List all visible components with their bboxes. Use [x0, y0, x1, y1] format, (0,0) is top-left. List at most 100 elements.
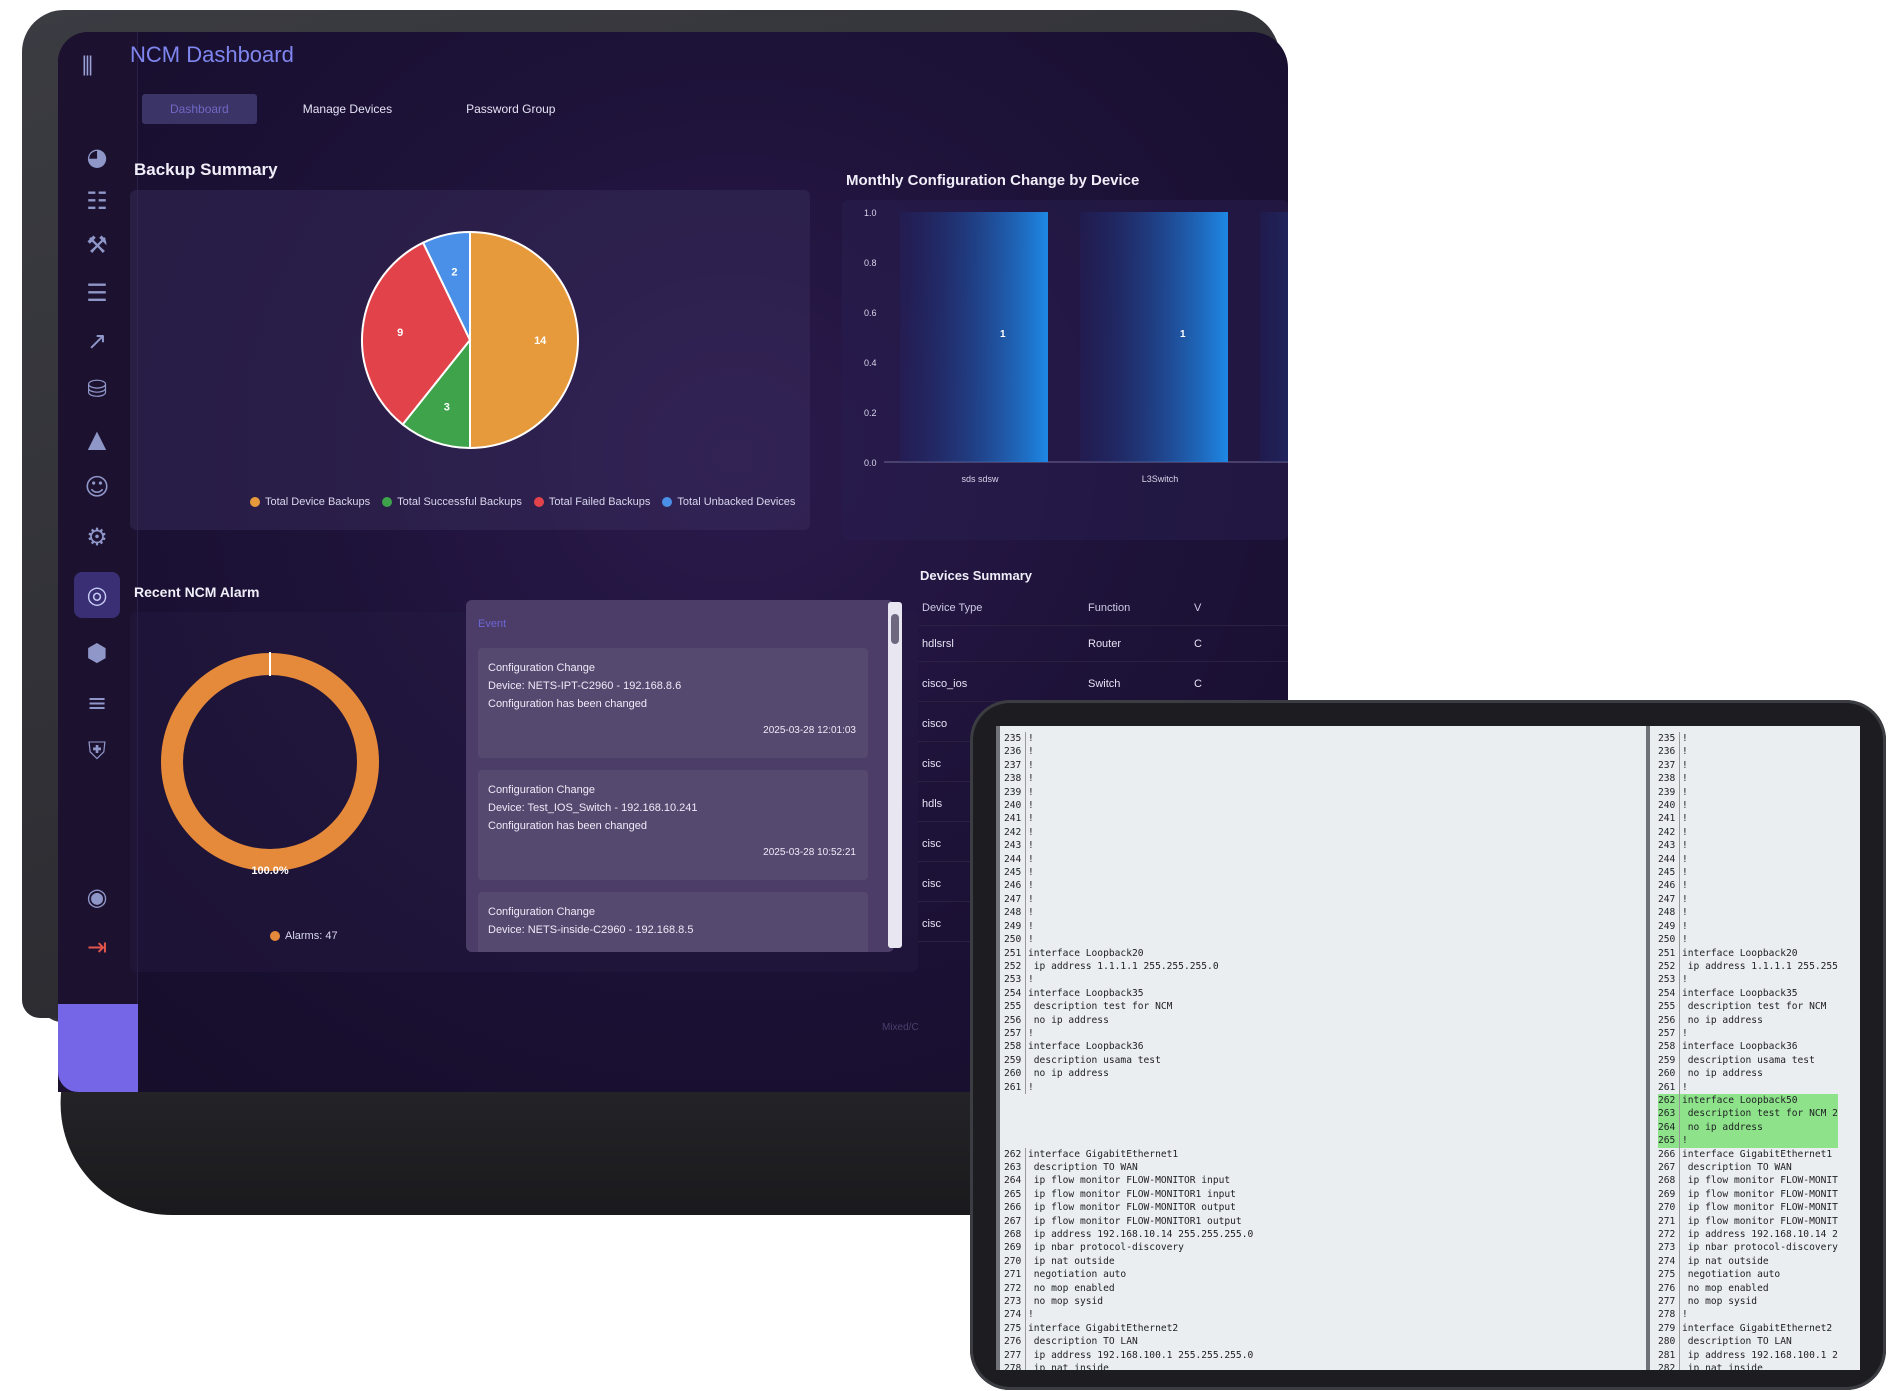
line-text: interface Loopback50 [1682, 1094, 1798, 1106]
line-text: description TO WAN [1682, 1162, 1792, 1173]
line-text: description test for NCM [1682, 1001, 1827, 1013]
line-number: 239 [1004, 785, 1026, 800]
column-header: Device Type [922, 602, 983, 614]
tablet-device: 235! 236! 237! 238! 239! 240! 241! 242! 243! 244!… [970, 700, 1886, 1390]
network-icon[interactable]: ☷ [80, 184, 114, 218]
line-number: 273 [1004, 1295, 1026, 1309]
tab-password-group[interactable]: Password Group [438, 94, 583, 124]
line-text: ip address 192.168.100.1 255.255.255.0 [1028, 1349, 1254, 1361]
user-icon[interactable]: ☺ [80, 470, 114, 504]
alarm-item[interactable]: Configuration Change Device: NETS-IPT-C2… [478, 648, 868, 758]
shield-icon[interactable]: ⛨ [80, 734, 114, 768]
line-number: 254 [1004, 986, 1026, 1001]
alert-icon[interactable]: ▲ [80, 422, 114, 456]
line-text: negotiation auto [1682, 1269, 1781, 1281]
code-line: 263 description test for NCM 2 [1658, 1107, 1838, 1121]
scrollbar-thumb[interactable] [891, 614, 899, 644]
dashboard-icon[interactable]: ◕ [80, 140, 114, 174]
line-number: 271 [1658, 1214, 1680, 1229]
line-text: ! [1682, 786, 1688, 798]
line-text: description test for NCM [1028, 1001, 1173, 1013]
line-text: no ip address [1682, 1121, 1763, 1133]
line-text: ip flow monitor FLOW-MONIT [1682, 1202, 1838, 1214]
line-number: 237 [1004, 758, 1026, 773]
legend-item: Total Failed Backups [533, 496, 650, 508]
line-number: 263 [1004, 1161, 1026, 1175]
line-number: 239 [1658, 785, 1680, 800]
alarm-item[interactable]: Configuration Change Device: NETS-inside… [478, 892, 868, 952]
line-text: ip address 192.168.10.14 255.255.255.0 [1028, 1229, 1254, 1241]
analytics-icon[interactable]: ≡ [80, 686, 114, 720]
code-line: 247! [1658, 892, 1838, 907]
line-text: ip address 192.168.10.14 2 [1682, 1229, 1838, 1241]
alarm-list[interactable]: Event Configuration Change Device: NETS-… [466, 600, 894, 952]
line-number: 244 [1658, 852, 1680, 867]
line-number: 266 [1004, 1201, 1026, 1215]
line-number: 248 [1004, 906, 1026, 920]
line-text: ip flow monitor FLOW-MONIT [1682, 1188, 1838, 1200]
line-text: description usama test [1028, 1054, 1161, 1066]
code-line: 261! [1658, 1080, 1838, 1094]
diff-right-pane[interactable]: 235! 236! 237! 238! 239! 240! 241! 242! 243! 244!… [1646, 726, 1860, 1370]
code-line: 248! [1658, 906, 1838, 920]
monthly-config-panel: 0.00.20.40.60.81.01sds sdsw1L3SwitchNET [842, 200, 1288, 540]
line-number: 249 [1004, 919, 1026, 934]
line-number: 260 [1658, 1067, 1680, 1081]
line-text: ! [1682, 893, 1688, 905]
code-line: 240! [1004, 799, 1253, 813]
cube-icon[interactable]: ⬢ [80, 636, 114, 670]
device-v-cell: C [1194, 638, 1202, 650]
account-icon[interactable]: ◉ [80, 880, 114, 914]
list-icon[interactable]: ☰ [80, 276, 114, 310]
line-number: 272 [1658, 1228, 1680, 1242]
code-line: 272 no mop enabled [1004, 1281, 1253, 1296]
globe-icon[interactable]: ◎ [74, 572, 120, 618]
code-line: 265 ip flow monitor FLOW-MONITOR1 input [1004, 1187, 1253, 1202]
legend-swatch [382, 497, 393, 507]
line-text: ! [1682, 840, 1688, 852]
table-row[interactable]: hdlsrsl Router C [918, 628, 1288, 662]
line-number: 236 [1004, 745, 1026, 759]
y-tick-label: 0.4 [864, 358, 877, 368]
tab-dashboard[interactable]: Dashboard [142, 94, 257, 124]
donut-data-label: 100.0% [251, 865, 289, 877]
legend-label: Total Successful Backups [397, 496, 522, 508]
line-text: no mop enabled [1028, 1282, 1115, 1294]
legend-item: Total Device Backups [250, 496, 370, 508]
device-type-cell: cisc [922, 918, 941, 930]
tab-manage-devices[interactable]: Manage Devices [275, 94, 420, 124]
code-line: 277 no mop sysid [1658, 1295, 1838, 1309]
line-number: 267 [1004, 1214, 1026, 1229]
table-row[interactable]: cisco_ios Switch C [918, 668, 1288, 702]
code-line: 236! [1004, 745, 1253, 759]
pie-data-label: 9 [397, 327, 403, 339]
line-number: 252 [1004, 959, 1026, 974]
code-line: 271 ip flow monitor FLOW-MONIT [1658, 1214, 1838, 1229]
line-text: ip nat outside [1682, 1255, 1769, 1267]
line-number: 258 [1658, 1040, 1680, 1054]
line-text: ! [1682, 867, 1688, 879]
line-text: ip flow monitor FLOW-MONITOR output [1028, 1202, 1236, 1214]
device-type-cell: hdls [922, 798, 943, 810]
database-icon[interactable]: ⛁ [80, 372, 114, 406]
code-line: 270 ip flow monitor FLOW-MONIT [1658, 1201, 1838, 1215]
tools-icon[interactable]: ⚒ [80, 228, 114, 262]
code-line: 267 ip flow monitor FLOW-MONITOR1 output [1004, 1214, 1253, 1229]
alarm-count: Alarms: 47 [285, 930, 338, 942]
equalizer-logo-icon[interactable]: ⫴ [82, 52, 112, 82]
diff-right-code: 235! 236! 237! 238! 239! 240! 241! 242! 243! 244!… [1658, 732, 1838, 1370]
legend-swatch [250, 497, 260, 507]
alarm-scrollbar[interactable] [888, 602, 902, 948]
code-line: 272 ip address 192.168.10.14 2 [1658, 1228, 1838, 1242]
alarm-item[interactable]: Configuration Change Device: Test_IOS_Sw… [478, 770, 868, 880]
diff-left-pane[interactable]: 235! 236! 237! 238! 239! 240! 241! 242! 243! 244!… [996, 726, 1646, 1370]
logout-icon[interactable]: ⇥ [80, 930, 114, 964]
settings-icon[interactable]: ⚙ [80, 520, 114, 554]
device-type-cell: cisc [922, 878, 941, 890]
chart-icon[interactable]: ↗ [80, 324, 114, 358]
column-header: V [1194, 602, 1202, 614]
code-line: 242! [1004, 825, 1253, 840]
code-line: 278! [1658, 1308, 1838, 1322]
line-text: ! [1028, 893, 1034, 905]
code-line: 275 interface GigabitEthernet2 [1004, 1321, 1253, 1336]
